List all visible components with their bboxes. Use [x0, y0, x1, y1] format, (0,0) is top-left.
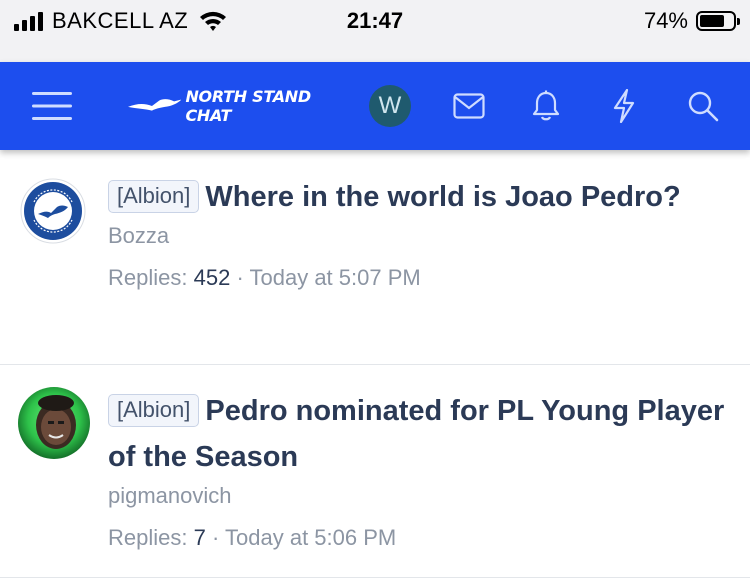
- thread-title[interactable]: Pedro nominated for PL Young Player of t…: [108, 395, 724, 473]
- menu-icon: [32, 92, 72, 120]
- envelope-icon: [453, 93, 485, 119]
- menu-button[interactable]: [22, 62, 82, 150]
- thread-body: [Albion] Pedro nominated for PL Young Pla…: [108, 388, 730, 552]
- search-button[interactable]: [680, 62, 726, 150]
- status-right: 74%: [643, 8, 740, 34]
- replies-label: Replies:: [108, 265, 188, 290]
- thread-title-link[interactable]: [Albion] Where in the world is Joao Pedro…: [108, 174, 730, 220]
- user-photo-icon: [18, 387, 90, 459]
- replies-label: Replies:: [108, 525, 188, 550]
- thread-meta: Replies: 452 · Today at 5:07 PM: [108, 264, 730, 292]
- user-avatar-photo[interactable]: [18, 387, 90, 459]
- top-navbar: NORTH STAND CHAT W: [0, 62, 750, 150]
- thread-title[interactable]: Where in the world is Joao Pedro?: [205, 181, 680, 213]
- search-icon: [688, 91, 719, 122]
- thread-item[interactable]: [Albion] Where in the world is Joao Pedro…: [0, 150, 750, 365]
- battery-cap: [737, 18, 740, 25]
- replies-count: 452: [193, 265, 231, 290]
- site-logo[interactable]: NORTH STAND CHAT: [128, 62, 348, 150]
- meta-separator: ·: [236, 265, 244, 290]
- meta-separator: ·: [211, 525, 220, 550]
- replies-count: 7: [193, 525, 206, 550]
- account-button[interactable]: W: [367, 62, 413, 150]
- thread-prefix-badge[interactable]: [Albion]: [108, 180, 200, 213]
- thread-prefix-badge[interactable]: [Albion]: [108, 394, 200, 427]
- whats-new-button[interactable]: [601, 62, 647, 150]
- alerts-button[interactable]: [523, 62, 569, 150]
- battery-percent: 74%: [643, 8, 688, 33]
- thread-body: [Albion] Where in the world is Joao Pedro…: [108, 174, 730, 292]
- thread-meta: Replies: 7 · Today at 5:06 PM: [108, 524, 730, 552]
- logo-text: NORTH STAND CHAT: [185, 87, 311, 125]
- lightning-icon: [613, 89, 635, 123]
- thread-author[interactable]: Bozza: [108, 222, 730, 250]
- battery-level: [700, 15, 724, 27]
- thread-title-link[interactable]: [Albion] Pedro nominated for PL Young Pla…: [108, 388, 730, 480]
- bell-icon: [532, 90, 560, 121]
- status-bar: BAKCELL AZ 21:47 74%: [0, 0, 750, 62]
- inbox-button[interactable]: [446, 62, 492, 150]
- user-avatar: W: [369, 85, 411, 127]
- seagull-logo-icon: [128, 99, 182, 111]
- thread-author[interactable]: pigmanovich: [108, 482, 730, 510]
- status-time: 21:47: [346, 8, 404, 33]
- last-post-time[interactable]: Today at 5:06 PM: [225, 525, 396, 550]
- thread-item[interactable]: [Albion] Pedro nominated for PL Young Pla…: [0, 366, 750, 578]
- forum-badge-avatar[interactable]: [20, 178, 86, 244]
- last-post-time[interactable]: Today at 5:07 PM: [250, 265, 421, 290]
- battery-icon: [696, 11, 740, 31]
- north-stand-badge-icon: [20, 178, 86, 244]
